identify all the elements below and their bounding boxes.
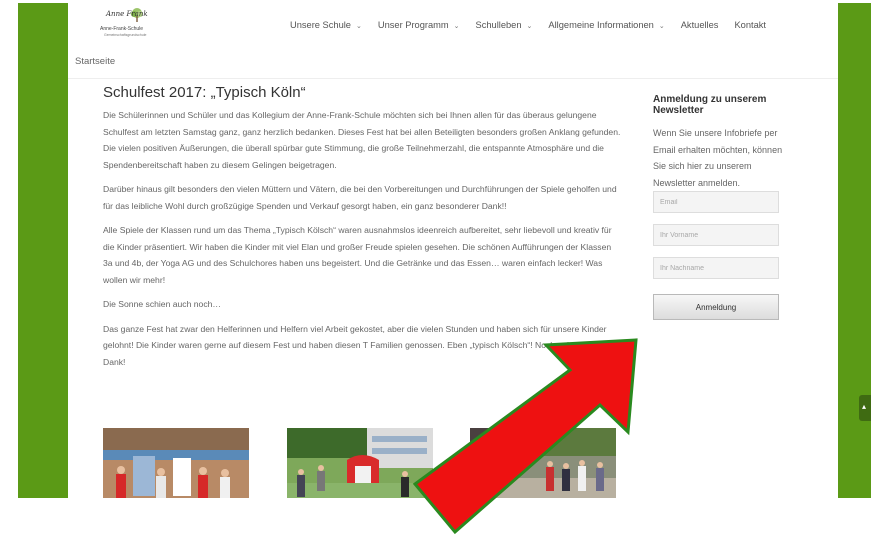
gallery-photo-schoolyard[interactable]: [287, 428, 433, 498]
email-field[interactable]: [653, 191, 779, 213]
nav-item-label: Unser Programm: [377, 20, 449, 30]
newsletter-title: Anmeldung zu unserem Newsletter: [653, 94, 767, 116]
logo-school-name: Anne-Frank-Schule: [100, 26, 144, 32]
article-paragraph: Darüber hinaus gilt besonders den vielen…: [103, 184, 617, 211]
nav-item-kontakt[interactable]: Kontakt: [734, 20, 766, 30]
crowd-photo-image: [470, 428, 616, 498]
nav-item-label: Unsere Schule: [290, 20, 351, 30]
nav-item-label: Aktuelles: [680, 20, 719, 30]
gallery-photo-stage[interactable]: [103, 428, 249, 498]
article-paragraph: Das ganze Fest hat zwar den Helferinnen …: [103, 323, 615, 367]
gallery-photo-crowd[interactable]: [470, 428, 616, 498]
breadcrumb[interactable]: Startseite: [75, 56, 115, 67]
article-paragraph: Alle Spiele der Klassen rund um das Them…: [103, 225, 612, 285]
chevron-down-icon: ⌄: [355, 23, 362, 30]
nav-item-label: Allgemeine Informationen: [548, 20, 654, 30]
nav-item-label: Schulleben: [475, 20, 522, 30]
page: Anne Frank Anne-Frank-Schule Gemeinschaf…: [68, 3, 838, 498]
newsletter-sidebar: Anmeldung zu unserem Newsletter Wenn Sie…: [653, 94, 793, 320]
logo-tagline: Gemeinschaftsgrundschule: [104, 33, 147, 37]
logo-script-text: Anne Frank: [106, 10, 148, 18]
article-paragraph: Die Sonne schien auch noch…: [103, 299, 222, 309]
scroll-to-top-tab[interactable]: ▴: [859, 395, 871, 421]
schoolyard-photo-image: [287, 428, 433, 498]
article-content: Schulfest 2017: „Typisch Köln“ Die Schül…: [103, 84, 623, 378]
nav-item-label: Kontakt: [734, 20, 766, 30]
stage-photo-image: [103, 428, 249, 498]
nav-item-schulleben[interactable]: Schulleben ⌄: [476, 20, 533, 30]
nav-item-aktuelles[interactable]: Aktuelles: [681, 20, 719, 30]
chevron-up-icon: ▴: [862, 402, 867, 411]
first-name-field[interactable]: [653, 224, 779, 246]
article-title: Schulfest 2017: „Typisch Köln“: [103, 84, 306, 101]
newsletter-subscribe-button[interactable]: Anmeldung: [653, 294, 779, 320]
chevron-down-icon: ⌄: [453, 23, 460, 30]
chevron-down-icon: ⌄: [526, 23, 533, 30]
main-navigation: Unsere Schule ⌄ Unser Programm ⌄ Schullebe…: [290, 20, 782, 30]
nav-item-allgemeine-informationen[interactable]: Allgemeine Informationen ⌄: [548, 20, 664, 30]
last-name-field[interactable]: [653, 257, 779, 279]
site-header: Anne Frank Anne-Frank-Schule Gemeinschaf…: [68, 3, 838, 79]
nav-item-unsere-schule[interactable]: Unsere Schule ⌄: [290, 20, 362, 30]
chevron-down-icon: ⌄: [658, 23, 665, 30]
article-paragraph: Die Schülerinnen und Schüler und das Kol…: [103, 110, 621, 170]
school-logo[interactable]: Anne Frank Anne-Frank-Schule Gemeinschaf…: [98, 8, 164, 42]
newsletter-description: Wenn Sie unsere Infobriefe per Email erh…: [653, 128, 783, 188]
nav-item-unser-programm[interactable]: Unser Programm ⌄: [378, 20, 460, 30]
